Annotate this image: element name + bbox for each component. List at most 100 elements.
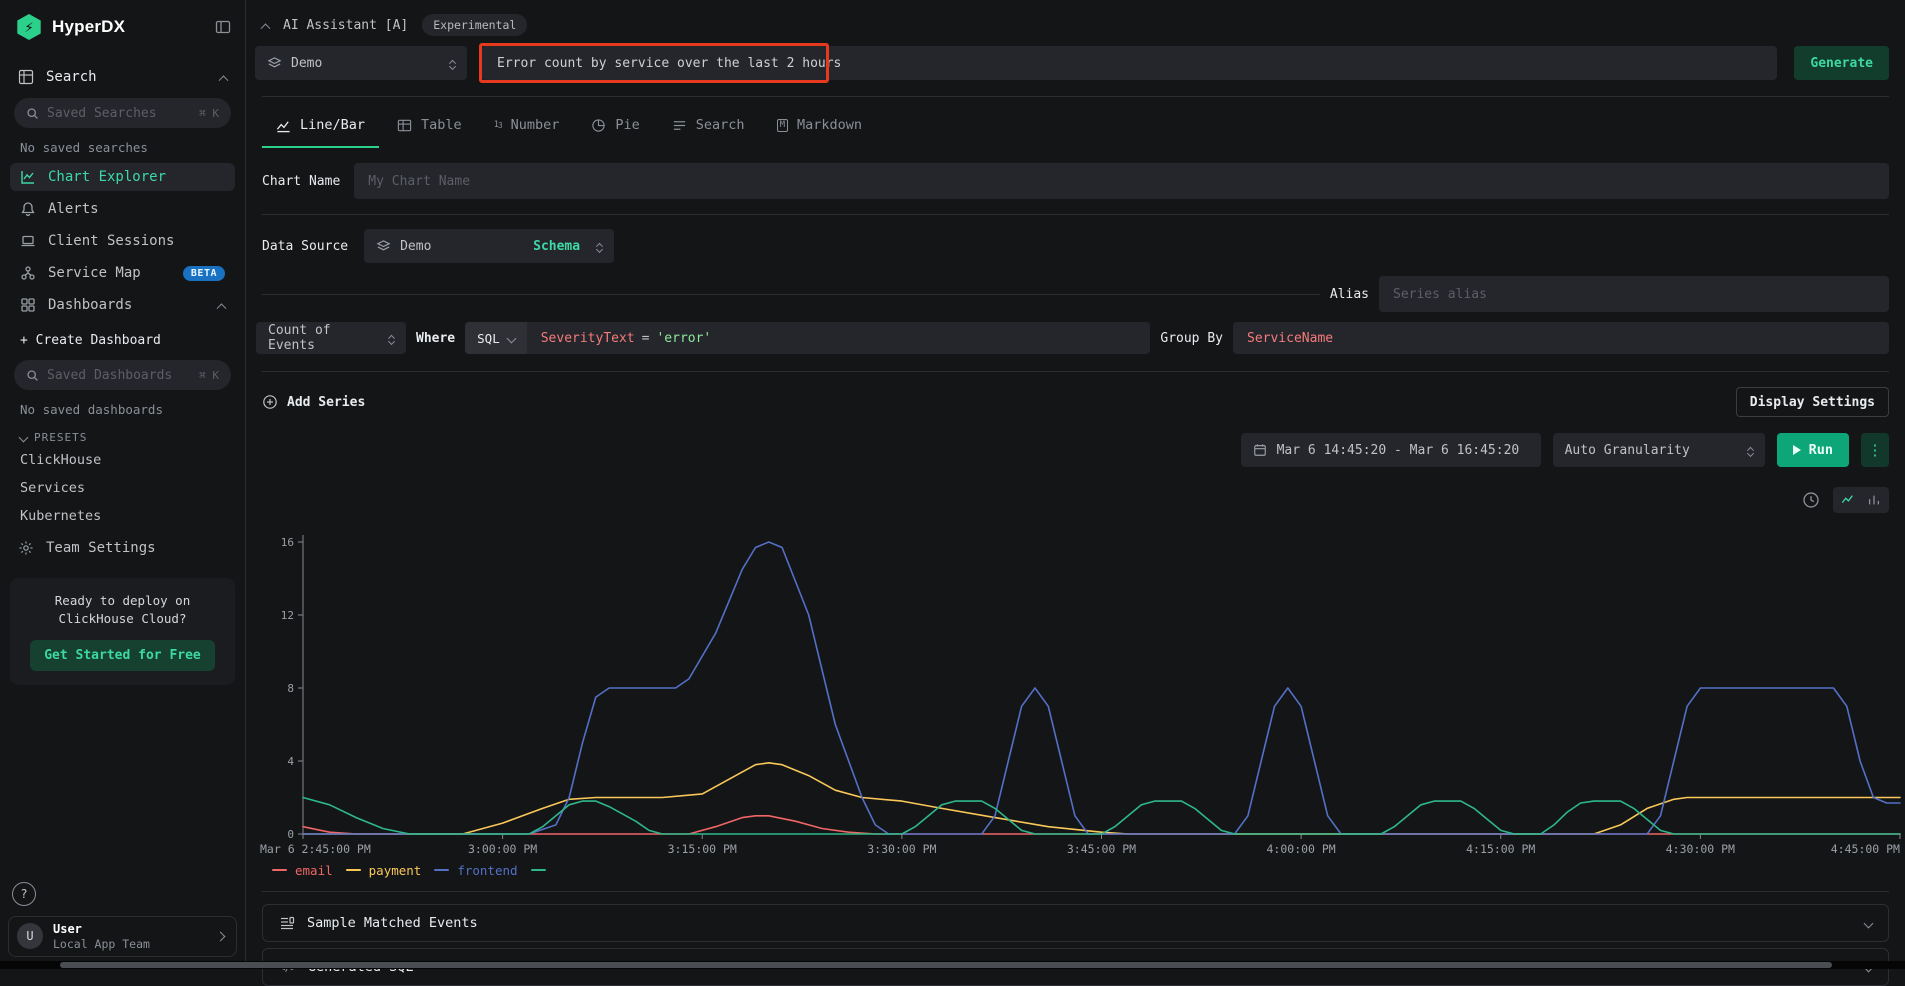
svg-text:4:15:00 PM: 4:15:00 PM <box>1466 842 1535 856</box>
chevron-updown-icon <box>597 241 602 252</box>
ai-source-select[interactable]: Demo <box>255 46 467 80</box>
sidebar-item-alerts[interactable]: Alerts <box>10 195 235 223</box>
sidebar-section-search[interactable]: Search <box>0 60 245 94</box>
tab-pie[interactable]: Pie <box>577 104 653 148</box>
chevron-down-icon <box>1864 918 1874 928</box>
legend-item-email[interactable]: email <box>272 863 333 878</box>
play-icon <box>1793 445 1801 455</box>
divider <box>262 214 1889 215</box>
legend-dash-icon <box>531 869 546 871</box>
main-content: AI Assistant [A] Experimental Demo Gener… <box>246 0 1905 969</box>
saved-searches-input[interactable]: Saved Searches ⌘ K <box>14 98 231 128</box>
generate-button[interactable]: Generate <box>1794 46 1889 80</box>
alias-input[interactable] <box>1379 276 1889 312</box>
cloud-promo-text: Ready to deploy on ClickHouse Cloud? <box>22 592 223 628</box>
presets-toggle[interactable]: PRESETS <box>0 421 245 446</box>
tab-table[interactable]: Table <box>383 104 476 148</box>
bar-view-toggle-icon[interactable] <box>1863 490 1885 510</box>
chevron-updown-icon <box>1748 445 1753 456</box>
tab-line-bar[interactable]: Line/Bar <box>262 104 379 148</box>
laptop-icon <box>20 233 36 249</box>
schema-link[interactable]: Schema <box>533 239 580 254</box>
display-settings-button[interactable]: Display Settings <box>1736 387 1889 417</box>
search-icon <box>26 107 39 120</box>
svg-text:3:15:00 PM: 3:15:00 PM <box>668 842 737 856</box>
sample-events-accordion[interactable]: Sample Matched Events <box>262 904 1889 942</box>
more-options-button[interactable]: ⋮ <box>1861 433 1889 467</box>
time-range-picker[interactable]: Mar 6 14:45:20 - Mar 6 16:45:20 <box>1241 433 1541 467</box>
line-view-toggle-icon[interactable] <box>1837 490 1859 510</box>
preset-services[interactable]: Services <box>0 474 245 502</box>
horizontal-scrollbar <box>0 961 1905 969</box>
where-input[interactable]: SQL SeverityText='error' <box>465 322 1150 354</box>
alias-label: Alias <box>1330 287 1369 302</box>
tab-markdown[interactable]: M Markdown <box>763 104 876 148</box>
preset-clickhouse[interactable]: ClickHouse <box>0 446 245 474</box>
chart-explorer-icon <box>20 169 36 185</box>
table-icon <box>397 118 412 133</box>
preset-kubernetes[interactable]: Kubernetes <box>0 502 245 530</box>
list-detail-icon <box>279 915 295 931</box>
history-clock-icon[interactable] <box>1799 488 1823 512</box>
dashboards-icon <box>20 297 36 313</box>
group-by-input[interactable]: ServiceName <box>1233 322 1889 354</box>
group-by-label: Group By <box>1160 331 1223 346</box>
search-icon <box>26 369 39 382</box>
number-icon: 13 <box>494 120 502 130</box>
chevron-down-icon <box>506 333 516 343</box>
layers-icon <box>376 239 391 254</box>
run-button[interactable]: Run <box>1777 433 1849 467</box>
legend-item-payment[interactable]: payment <box>346 863 422 878</box>
hyperdx-logo-icon: ⚡ <box>16 14 42 40</box>
markdown-icon: M <box>777 119 788 132</box>
chart-name-label: Chart Name <box>262 174 340 189</box>
saved-dashboards-input[interactable]: Saved Dashboards ⌘ K <box>14 360 231 390</box>
help-button[interactable]: ? <box>12 882 36 906</box>
scrollbar-thumb[interactable] <box>60 962 1832 968</box>
language-select[interactable]: SQL <box>465 322 527 354</box>
legend-item-frontend[interactable]: frontend <box>434 863 517 878</box>
data-source-label: Data Source <box>262 239 348 254</box>
where-expression: SeverityText='error' <box>527 331 726 346</box>
time-range-value: Mar 6 14:45:20 - Mar 6 16:45:20 <box>1277 443 1520 458</box>
legend-dash-icon <box>272 869 287 871</box>
layers-icon <box>267 56 282 71</box>
create-dashboard-button[interactable]: + Create Dashboard <box>0 323 245 350</box>
data-source-select[interactable]: Demo Schema <box>364 229 614 263</box>
calendar-icon <box>1253 443 1267 457</box>
alias-row: Alias <box>262 277 1889 311</box>
chart-style-toggle <box>1833 487 1889 513</box>
sidebar-item-service-map[interactable]: Service Map BETA <box>10 259 235 287</box>
tab-search[interactable]: Search <box>658 104 759 148</box>
sidebar-item-client-sessions[interactable]: Client Sessions <box>10 227 235 255</box>
sidebar-item-team-settings[interactable]: Team Settings <box>0 530 245 566</box>
get-started-button[interactable]: Get Started for Free <box>30 640 215 671</box>
ai-assistant-header[interactable]: AI Assistant [A] Experimental <box>262 12 1889 38</box>
svg-text:12: 12 <box>281 609 294 622</box>
sidebar-item-chart-explorer[interactable]: Chart Explorer <box>10 163 235 191</box>
add-series-button[interactable]: Add Series <box>262 394 365 410</box>
ai-prompt-input[interactable] <box>481 46 1777 80</box>
user-menu[interactable]: U User Local App Team <box>8 916 237 957</box>
line-chart-icon <box>276 118 291 133</box>
cloud-promo-card: Ready to deploy on ClickHouse Cloud? Get… <box>10 578 235 685</box>
svg-text:3:30:00 PM: 3:30:00 PM <box>867 842 936 856</box>
chevron-up-icon <box>217 303 227 313</box>
data-source-row: Data Source Demo Schema <box>262 229 1889 263</box>
aggregation-select[interactable]: Count of Events <box>256 322 406 354</box>
legend-item-unnamed[interactable] <box>531 869 554 871</box>
pie-chart-icon <box>591 118 606 133</box>
legend-dash-icon <box>434 869 449 871</box>
chart-name-input[interactable] <box>354 163 1889 199</box>
sidebar-item-dashboards[interactable]: Dashboards <box>10 291 235 319</box>
chart-name-row: Chart Name <box>262 162 1889 200</box>
user-team: Local App Team <box>53 937 207 951</box>
svg-text:0: 0 <box>287 828 294 841</box>
chart-view-toggles <box>262 487 1889 513</box>
granularity-select[interactable]: Auto Granularity <box>1553 433 1765 467</box>
service-map-icon <box>20 265 36 281</box>
where-label: Where <box>416 331 455 346</box>
chart-legend: email payment frontend <box>272 860 1889 880</box>
collapse-sidebar-icon[interactable] <box>215 19 231 35</box>
tab-number[interactable]: 13 Number <box>480 104 574 148</box>
